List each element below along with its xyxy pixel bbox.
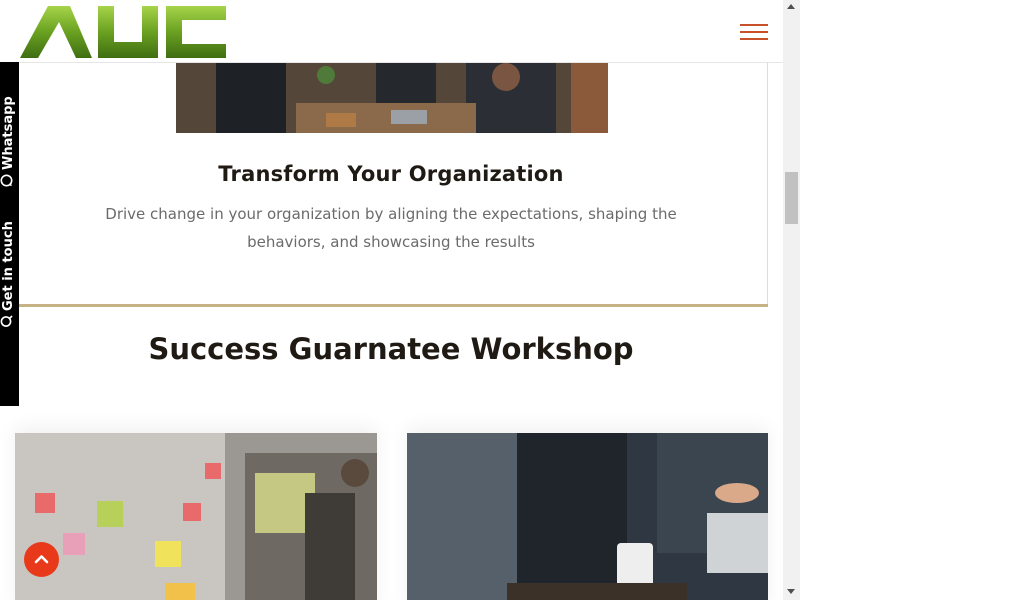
whatsapp-tab[interactable]: Whatsapp bbox=[0, 62, 19, 192]
scroll-thumb[interactable] bbox=[785, 172, 798, 224]
sticky-side-tab: Whatsapp Get in touch bbox=[0, 62, 19, 406]
meeting-photo bbox=[176, 63, 608, 133]
sticky-notes-photo bbox=[15, 433, 377, 600]
page-viewport: Transform Your Organization Drive change… bbox=[0, 0, 783, 600]
whatsapp-label: Whatsapp bbox=[1, 96, 16, 170]
hamburger-menu-icon[interactable] bbox=[740, 24, 768, 42]
site-header bbox=[0, 0, 783, 63]
workshop-card-image-left[interactable] bbox=[15, 433, 377, 600]
chat-icon bbox=[0, 315, 17, 328]
scroll-down-arrow-icon[interactable] bbox=[787, 589, 795, 594]
scroll-up-arrow-icon[interactable] bbox=[787, 4, 795, 9]
back-to-top-button[interactable] bbox=[24, 542, 59, 577]
card-title: Transform Your Organization bbox=[218, 162, 564, 186]
section-divider bbox=[19, 304, 768, 307]
card-description: Drive change in your organization by ali… bbox=[105, 205, 677, 251]
section-title: Success Guarnatee Workshop bbox=[148, 332, 634, 366]
site-logo[interactable] bbox=[18, 4, 228, 60]
whatsapp-icon bbox=[0, 174, 17, 187]
feature-card: Transform Your Organization Drive change… bbox=[19, 63, 768, 306]
vertical-scrollbar[interactable] bbox=[783, 0, 800, 600]
chevron-up-icon bbox=[34, 555, 49, 564]
get-in-touch-label: Get in touch bbox=[1, 221, 16, 311]
team-meeting-photo bbox=[407, 433, 768, 600]
get-in-touch-tab[interactable]: Get in touch bbox=[0, 202, 19, 332]
workshop-card-image-right[interactable] bbox=[407, 433, 768, 600]
